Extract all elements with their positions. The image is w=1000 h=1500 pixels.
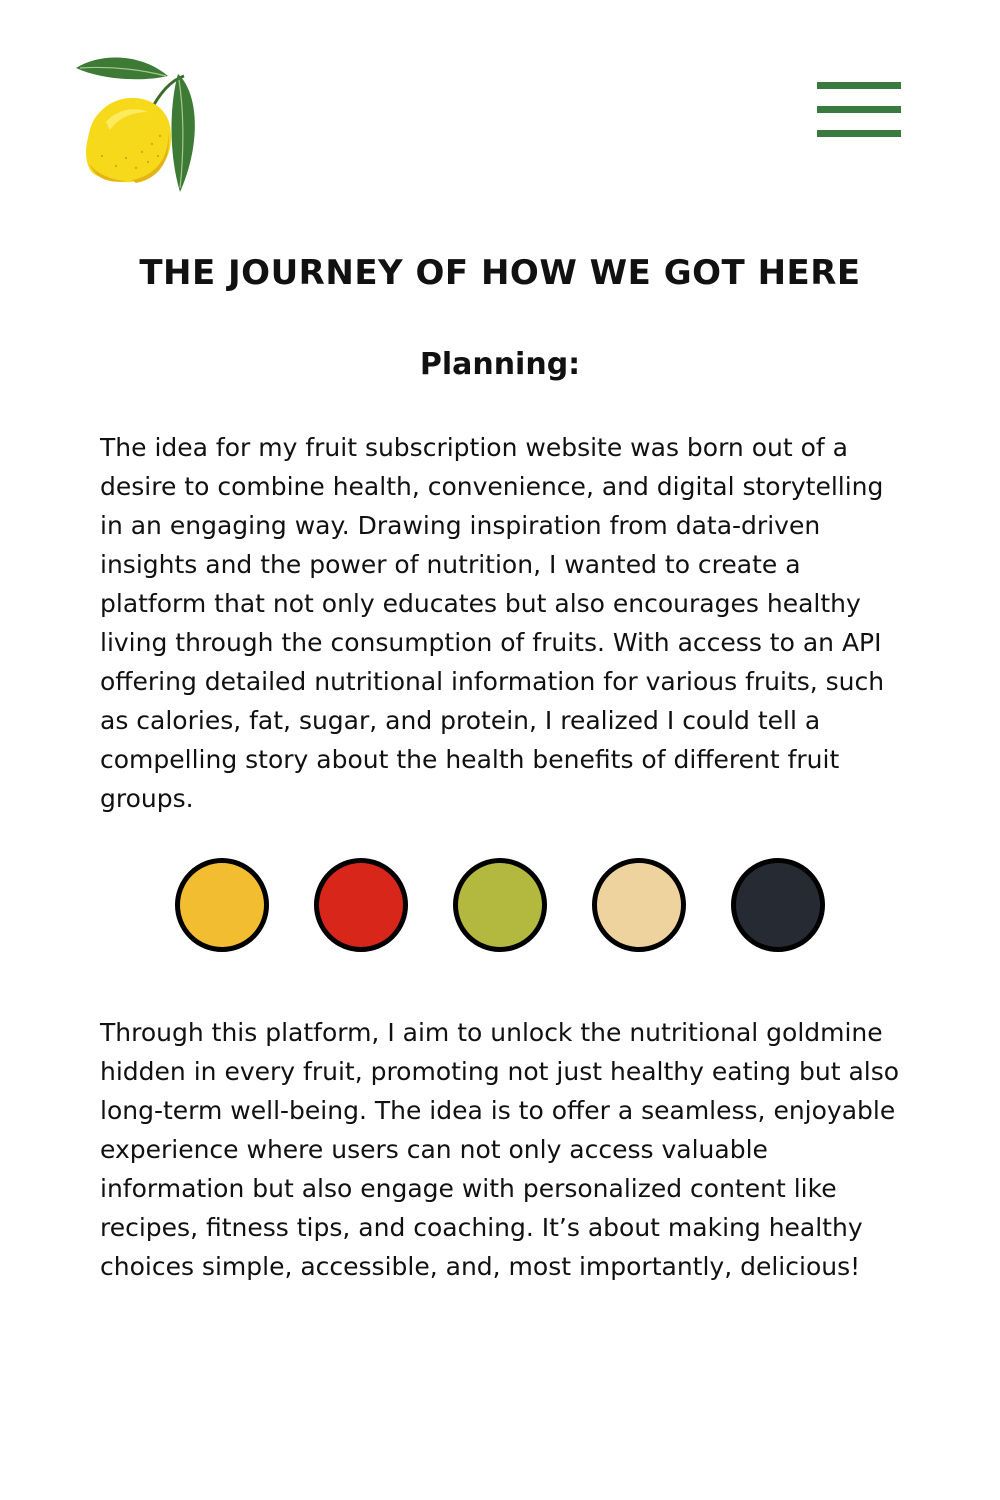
color-swatch-green xyxy=(453,858,547,952)
menu-bar xyxy=(817,106,901,113)
color-swatch-cream xyxy=(592,858,686,952)
color-swatch-yellow xyxy=(175,858,269,952)
lemon-icon xyxy=(76,57,195,192)
lemon-logo[interactable] xyxy=(72,52,204,198)
menu-bar xyxy=(817,130,901,137)
menu-button[interactable] xyxy=(817,82,901,140)
section-heading-planning: Planning: xyxy=(419,347,581,382)
color-swatch-red xyxy=(314,858,408,952)
planning-paragraph-2: Through this platform, I aim to unlock t… xyxy=(100,1018,900,1281)
color-palette xyxy=(175,858,825,952)
page-title: THE JOURNEY OF HOW WE GOT HERE xyxy=(139,253,861,293)
planning-paragraph-1: The idea for my fruit subscription websi… xyxy=(100,433,885,813)
color-swatch-charcoal xyxy=(731,858,825,952)
menu-bar xyxy=(817,82,901,89)
